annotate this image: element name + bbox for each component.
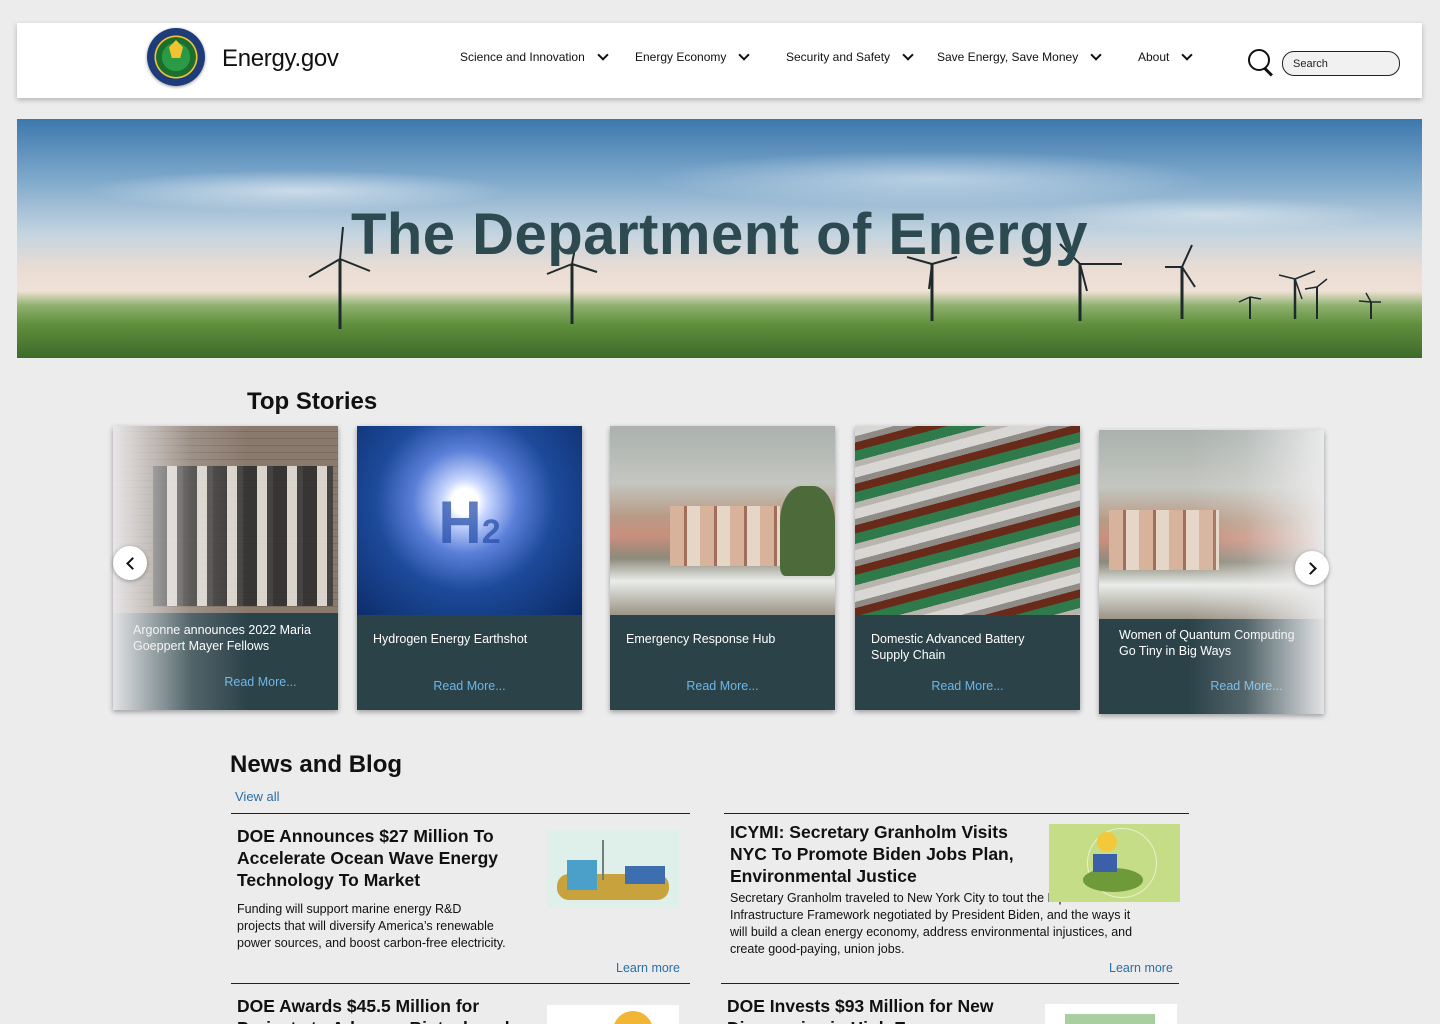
story-card[interactable]: Argonne announces 2022 Maria Goeppert Ma…: [113, 426, 338, 710]
divider: [724, 813, 1189, 814]
wind-turbine: [1304, 278, 1328, 319]
nav-label: Energy Economy: [635, 50, 727, 64]
doe-seal-logo[interactable]: [147, 28, 205, 86]
chevron-down-icon: [902, 49, 914, 61]
read-more-link[interactable]: Read More...: [357, 679, 582, 693]
wind-turbine: [1238, 296, 1262, 319]
news-title[interactable]: DOE Awards $45.5 Million for Projects to…: [237, 995, 517, 1024]
nav-label: Save Energy, Save Money: [937, 50, 1079, 64]
story-image-hydrogen: H2: [357, 426, 582, 615]
story-image-battery-cells: [855, 426, 1080, 615]
nav-science-and-innovation[interactable]: Science and Innovation: [460, 49, 609, 64]
site-brand[interactable]: Energy.gov: [222, 45, 339, 73]
nav-label: About: [1138, 50, 1170, 64]
nav-energy-economy[interactable]: Energy Economy: [635, 49, 751, 64]
carousel-prev-button[interactable]: [113, 546, 147, 580]
hero-title: The Department of Energy: [350, 202, 1089, 267]
chevron-down-icon: [1181, 49, 1194, 61]
story-title: Emergency Response Hub: [626, 632, 776, 646]
news-thumbnail-ocean-energy: [547, 830, 679, 908]
chevron-down-icon: [597, 49, 609, 61]
chevron-down-icon: [738, 49, 751, 61]
hero-banner: The Department of Energy: [17, 119, 1422, 358]
story-title: Hydrogen Energy Earthshot: [373, 632, 528, 646]
wind-turbine: [1358, 292, 1381, 319]
nav-about[interactable]: About: [1138, 49, 1194, 64]
site-header: Energy.gov Science and Innovation Energy…: [17, 23, 1422, 98]
story-title: Domestic Advanced Battery Supply Chain: [871, 632, 1025, 662]
story-card[interactable]: Domestic Advanced Battery Supply Chain R…: [855, 426, 1080, 710]
story-card[interactable]: H2 Hydrogen Energy Earthshot Read More..…: [357, 426, 582, 710]
chevron-down-icon: [1090, 49, 1102, 61]
story-image-coastal-storm: [1099, 430, 1324, 619]
news-thumbnail: [547, 1005, 679, 1024]
news-title[interactable]: DOE Invests $93 Million for New Discover…: [727, 995, 1017, 1024]
carousel-next-button[interactable]: [1295, 551, 1329, 585]
nav-label: Science and Innovation: [460, 50, 585, 64]
nav-save-energy[interactable]: Save Energy, Save Money: [937, 49, 1102, 64]
news-thumbnail: [1045, 1004, 1177, 1024]
top-stories-heading: Top Stories: [247, 388, 378, 415]
nav-security-and-safety[interactable]: Security and Safety: [786, 49, 914, 64]
story-title: Argonne announces 2022 Maria Goeppert Ma…: [133, 623, 311, 653]
story-image-argonne-fellows: [113, 426, 338, 613]
read-more-link[interactable]: Read More...: [855, 679, 1080, 693]
news-heading: News and Blog: [230, 751, 403, 778]
divider: [231, 983, 690, 984]
search-icon[interactable]: [1248, 49, 1274, 75]
view-all-link[interactable]: View all: [235, 789, 280, 804]
divider: [231, 813, 690, 814]
read-more-link[interactable]: Read More...: [148, 675, 338, 689]
search-input[interactable]: [1282, 51, 1400, 76]
read-more-link[interactable]: Read More...: [610, 679, 835, 693]
story-card[interactable]: Emergency Response Hub Read More...: [610, 426, 835, 710]
story-card[interactable]: Women of Quantum Computing Go Tiny in Bi…: [1099, 430, 1324, 714]
chevron-left-icon: [125, 556, 139, 570]
story-image-coastal-storm: [610, 426, 835, 615]
news-title[interactable]: ICYMI: Secretary Granholm Visits NYC To …: [730, 821, 1020, 887]
news-title[interactable]: DOE Announces $27 Million To Accelerate …: [237, 825, 527, 891]
divider: [721, 983, 1179, 984]
learn-more-link[interactable]: Learn more: [1109, 961, 1173, 975]
wind-turbine: [1278, 270, 1316, 319]
news-thumbnail-clean-city: [1049, 824, 1180, 902]
read-more-link[interactable]: Read More...: [1134, 679, 1324, 693]
news-body: Funding will support marine energy R&D p…: [237, 902, 506, 950]
learn-more-link[interactable]: Learn more: [616, 961, 680, 975]
chevron-right-icon: [1303, 561, 1317, 575]
story-title: Women of Quantum Computing Go Tiny in Bi…: [1119, 628, 1295, 658]
nav-label: Security and Safety: [786, 50, 891, 64]
